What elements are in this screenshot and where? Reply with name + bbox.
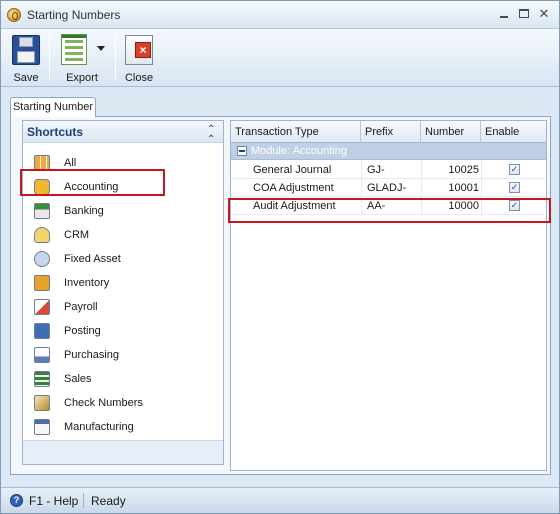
register-icon [34,371,50,387]
contacts-icon [34,227,50,243]
shortcut-label: Payroll [64,301,98,313]
shortcut-accounting[interactable]: Accounting [23,175,223,199]
shortcut-purchasing[interactable]: Purchasing [23,343,223,367]
shortcut-sales[interactable]: Sales [23,367,223,391]
shortcut-label: Inventory [64,277,110,289]
status-bar: ? F1 - Help Ready [1,487,559,513]
shortcuts-footer [23,440,223,464]
box-icon [34,275,50,291]
close-button-label: Close [124,72,154,84]
shortcut-manufacturing[interactable]: Manufacturing [23,415,223,439]
column-divider [421,160,422,216]
shortcut-check-numbers[interactable]: Check Numbers [23,391,223,415]
status-separator [83,493,84,508]
tab-panel: Shortcuts ⌃ ⌃ All Accounting Banking CRM… [10,116,551,475]
floppy-disk-icon [12,35,40,65]
column-header-enable[interactable]: Enable [481,121,546,143]
shortcut-label: All [64,157,77,169]
shortcut-fixed-asset[interactable]: Fixed Asset [23,247,223,271]
collapse-minus-icon[interactable] [237,146,247,156]
app-icon [7,8,21,22]
shortcut-label: Fixed Asset [64,253,121,265]
group-row-accounting[interactable]: Module: Accounting [231,143,546,160]
payroll-icon [34,299,50,315]
column-divider [361,160,362,216]
help-icon[interactable]: ? [10,494,23,507]
window-close-button[interactable]: ✕ [537,7,551,21]
column-divider [481,160,482,216]
help-shortcut-text: F1 - Help [29,494,79,508]
shortcut-posting[interactable]: Posting [23,319,223,343]
cell-number[interactable]: 10000 [421,200,479,212]
shortcuts-header: Shortcuts ⌃ ⌃ [23,121,223,145]
cell-prefix[interactable]: GLADJ- [367,182,406,194]
group-label: Module: Accounting [251,145,348,157]
close-x-icon: ✕ [538,6,550,21]
cell-number[interactable]: 10025 [421,164,479,176]
enable-checkbox[interactable]: ✓ [509,182,520,193]
cell-number[interactable]: 10001 [421,182,479,194]
shortcut-label: Check Numbers [64,397,143,409]
shortcut-label: Manufacturing [64,421,134,433]
window-title: Starting Numbers [27,8,121,22]
cell-prefix[interactable]: AA- [367,200,385,212]
posting-icon [34,323,50,339]
table-row[interactable]: COA Adjustment GLADJ- 10001 ✓ [231,179,546,197]
save-button[interactable]: Save [7,33,45,85]
shortcuts-panel: Shortcuts ⌃ ⌃ All Accounting Banking CRM… [22,120,224,465]
status-text: Ready [91,494,126,508]
shortcut-label: CRM [64,229,90,241]
spreadsheet-icon [61,34,87,65]
cell-prefix[interactable]: GJ- [367,164,385,176]
enable-checkbox[interactable]: ✓ [509,200,520,211]
maximize-button[interactable] [517,7,531,21]
close-document-icon: × [125,35,153,65]
bank-icon [34,203,50,219]
toolbar-separator [49,35,50,81]
shortcut-label: Sales [64,373,92,385]
export-button-label: Export [66,72,98,84]
shortcut-label: Purchasing [64,349,120,361]
enable-checkbox[interactable]: ✓ [509,164,520,175]
title-bar: Starting Numbers ✕ [1,1,559,29]
toolbar-separator [115,35,116,81]
close-button[interactable]: × Close [119,33,159,85]
column-header-transaction-type[interactable]: Transaction Type [231,121,361,143]
tab-starting-number[interactable]: Starting Number [10,97,96,117]
column-header-number[interactable]: Number [421,121,481,143]
dropdown-arrow-icon[interactable] [97,46,105,51]
shortcut-label: Posting [64,325,101,337]
minimize-icon [500,16,508,18]
column-header-prefix[interactable]: Prefix [361,121,421,143]
starting-numbers-window: Starting Numbers ✕ Save Export × Close S… [0,0,560,514]
export-button[interactable]: Export [53,33,111,85]
shortcut-payroll[interactable]: Payroll [23,295,223,319]
minimize-button[interactable] [497,7,511,21]
table-row[interactable]: General Journal GJ- 10025 ✓ [231,161,546,179]
maximize-icon [519,9,529,18]
table-row[interactable]: Audit Adjustment AA- 10000 ✓ [231,197,546,215]
cell-transaction-type[interactable]: Audit Adjustment [253,200,336,212]
collapse-chevron-icon[interactable]: ⌃ ⌃ [207,125,215,145]
cell-transaction-type[interactable]: COA Adjustment [253,182,334,194]
calendar-icon [34,419,50,435]
shortcuts-title: Shortcuts [27,125,84,139]
shortcut-banking[interactable]: Banking [23,199,223,223]
shortcut-inventory[interactable]: Inventory [23,271,223,295]
asset-icon [34,251,50,267]
purchasing-icon [34,347,50,363]
cell-transaction-type[interactable]: General Journal [253,164,331,176]
shortcut-label: Accounting [64,181,119,193]
grid-icon [34,155,50,171]
shortcut-crm[interactable]: CRM [23,223,223,247]
starting-numbers-grid: Transaction Type Prefix Number Enable Mo… [230,120,547,471]
shortcut-label: Banking [64,205,104,217]
save-button-label: Save [13,72,39,84]
shortcut-all[interactable]: All [23,151,223,175]
check-icon [34,395,50,411]
ledger-icon [34,179,50,195]
toolbar: Save Export × Close [1,29,559,87]
